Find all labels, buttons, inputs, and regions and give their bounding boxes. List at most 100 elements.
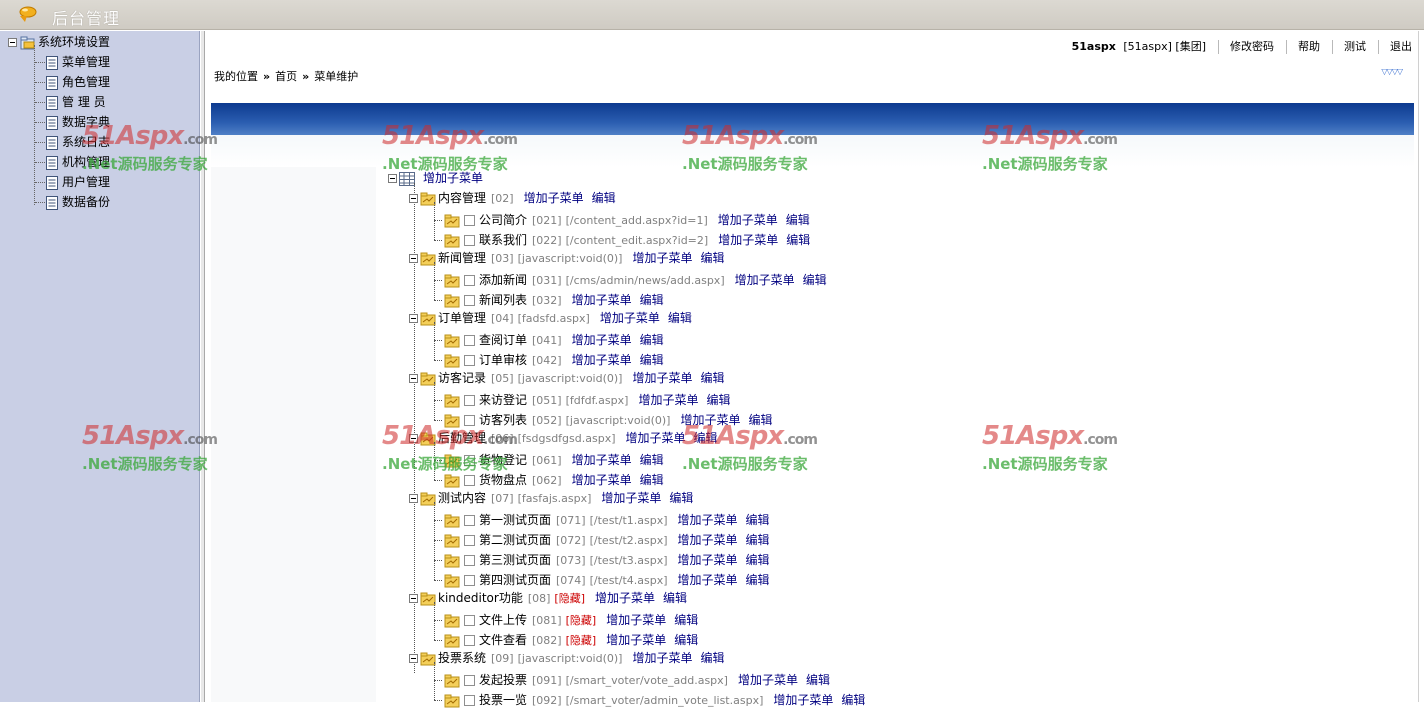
- item-checkbox[interactable]: [464, 475, 475, 486]
- menu-item-name[interactable]: 发起投票: [479, 673, 527, 687]
- sidebar-item[interactable]: 管 理 员: [46, 92, 106, 112]
- item-checkbox[interactable]: [464, 275, 475, 286]
- add-submenu-link[interactable]: 增加子菜单: [735, 273, 795, 287]
- collapse-icon[interactable]: [409, 374, 418, 383]
- item-checkbox[interactable]: [464, 635, 475, 646]
- add-submenu-link[interactable]: 增加子菜单: [638, 393, 698, 407]
- menu-item-name[interactable]: 货物登记: [479, 453, 527, 467]
- sidebar-item[interactable]: 菜单管理: [46, 52, 110, 72]
- menu-item-name[interactable]: 货物盘点: [479, 473, 527, 487]
- edit-link[interactable]: 编辑: [700, 251, 724, 265]
- sidebar-item[interactable]: 机构管理: [46, 152, 110, 172]
- add-submenu-link[interactable]: 增加子菜单: [572, 473, 632, 487]
- add-submenu-link[interactable]: 增加子菜单: [572, 453, 632, 467]
- add-submenu-link[interactable]: 增加子菜单: [524, 191, 584, 205]
- menu-group-name[interactable]: 后勤管理: [438, 431, 486, 445]
- add-submenu-link[interactable]: 增加子菜单: [572, 333, 632, 347]
- sidebar-item[interactable]: 系统日志: [46, 132, 110, 152]
- edit-link[interactable]: 编辑: [668, 311, 692, 325]
- add-submenu-link[interactable]: 增加子菜单: [678, 553, 738, 567]
- item-checkbox[interactable]: [464, 535, 475, 546]
- edit-link[interactable]: 编辑: [640, 333, 664, 347]
- add-submenu-link[interactable]: 增加子菜单: [601, 491, 661, 505]
- menu-item-name[interactable]: 文件上传: [479, 613, 527, 627]
- item-checkbox[interactable]: [464, 675, 475, 686]
- add-submenu-link[interactable]: 增加子菜单: [678, 513, 738, 527]
- menu-item-name[interactable]: 投票一览: [479, 693, 527, 707]
- menu-item-name[interactable]: 来访登记: [479, 393, 527, 407]
- menu-group-name[interactable]: 测试内容: [438, 491, 486, 505]
- frame-divider[interactable]: [201, 31, 205, 702]
- menu-item-name[interactable]: 添加新闻: [479, 273, 527, 287]
- edit-link[interactable]: 编辑: [663, 591, 687, 605]
- menu-item-name[interactable]: 第四测试页面: [479, 573, 551, 587]
- edit-link[interactable]: 编辑: [746, 553, 770, 567]
- collapse-icon[interactable]: [409, 434, 418, 443]
- add-submenu-link[interactable]: 增加子菜单: [632, 371, 692, 385]
- edit-link[interactable]: 编辑: [706, 393, 730, 407]
- sidebar-item[interactable]: 数据字典: [46, 112, 110, 132]
- logout-link[interactable]: 退出: [1390, 40, 1412, 53]
- edit-link[interactable]: 编辑: [700, 651, 724, 665]
- menu-group-name[interactable]: kindeditor功能: [438, 591, 523, 605]
- add-submenu-link[interactable]: 增加子菜单: [600, 311, 660, 325]
- add-submenu-link[interactable]: 增加子菜单: [718, 233, 778, 247]
- menu-item-name[interactable]: 访客列表: [479, 413, 527, 427]
- add-submenu-link[interactable]: 增加子菜单: [626, 431, 686, 445]
- item-checkbox[interactable]: [464, 615, 475, 626]
- breadcrumb-home[interactable]: 首页: [275, 70, 297, 83]
- menu-item-name[interactable]: 查阅订单: [479, 333, 527, 347]
- add-submenu-link[interactable]: 增加子菜单: [718, 213, 778, 227]
- edit-link[interactable]: 编辑: [746, 513, 770, 527]
- edit-link[interactable]: 编辑: [786, 233, 810, 247]
- edit-link[interactable]: 编辑: [694, 431, 718, 445]
- collapse-icon[interactable]: [409, 194, 418, 203]
- edit-link[interactable]: 编辑: [803, 273, 827, 287]
- menu-item-name[interactable]: 第二测试页面: [479, 533, 551, 547]
- edit-link[interactable]: 编辑: [746, 573, 770, 587]
- collapse-triangles-icon[interactable]: ▽▽▽▽: [1381, 67, 1403, 76]
- add-submenu-link[interactable]: 增加子菜单: [632, 651, 692, 665]
- collapse-icon[interactable]: [409, 314, 418, 323]
- sidebar-root[interactable]: 系统环境设置: [8, 32, 110, 52]
- edit-link[interactable]: 编辑: [746, 533, 770, 547]
- add-submenu-link[interactable]: 增加子菜单: [595, 591, 655, 605]
- add-submenu-link[interactable]: 增加子菜单: [680, 413, 740, 427]
- collapse-icon[interactable]: [8, 38, 17, 47]
- item-checkbox[interactable]: [464, 555, 475, 566]
- item-checkbox[interactable]: [464, 355, 475, 366]
- item-checkbox[interactable]: [464, 415, 475, 426]
- add-submenu-link[interactable]: 增加子菜单: [678, 533, 738, 547]
- add-submenu-link[interactable]: 增加子菜单: [572, 293, 632, 307]
- edit-link[interactable]: 编辑: [674, 613, 698, 627]
- help-link[interactable]: 帮助: [1298, 40, 1320, 53]
- edit-link[interactable]: 编辑: [592, 191, 616, 205]
- sidebar-item[interactable]: 数据备份: [46, 192, 110, 212]
- menu-item-name[interactable]: 订单审核: [479, 353, 527, 367]
- edit-link[interactable]: 编辑: [806, 673, 830, 687]
- add-submenu-link[interactable]: 增加子菜单: [678, 573, 738, 587]
- edit-link[interactable]: 编辑: [841, 693, 865, 707]
- edit-link[interactable]: 编辑: [640, 293, 664, 307]
- add-submenu-link[interactable]: 增加子菜单: [632, 251, 692, 265]
- item-checkbox[interactable]: [464, 215, 475, 226]
- menu-item-name[interactable]: 第一测试页面: [479, 513, 551, 527]
- collapse-icon[interactable]: [409, 654, 418, 663]
- edit-link[interactable]: 编辑: [674, 633, 698, 647]
- edit-link[interactable]: 编辑: [640, 453, 664, 467]
- item-checkbox[interactable]: [464, 515, 475, 526]
- menu-group-name[interactable]: 内容管理: [438, 191, 486, 205]
- menu-group-name[interactable]: 新闻管理: [438, 251, 486, 265]
- menu-group-name[interactable]: 访客记录: [438, 371, 486, 385]
- item-checkbox[interactable]: [464, 235, 475, 246]
- scrollbar[interactable]: [1418, 31, 1424, 702]
- edit-link[interactable]: 编辑: [640, 473, 664, 487]
- sidebar-item[interactable]: 用户管理: [46, 172, 110, 192]
- edit-link[interactable]: 编辑: [748, 413, 772, 427]
- edit-link[interactable]: 编辑: [700, 371, 724, 385]
- edit-link[interactable]: 编辑: [786, 213, 810, 227]
- item-checkbox[interactable]: [464, 295, 475, 306]
- collapse-icon[interactable]: [409, 594, 418, 603]
- item-checkbox[interactable]: [464, 455, 475, 466]
- change-password-link[interactable]: 修改密码: [1230, 40, 1274, 53]
